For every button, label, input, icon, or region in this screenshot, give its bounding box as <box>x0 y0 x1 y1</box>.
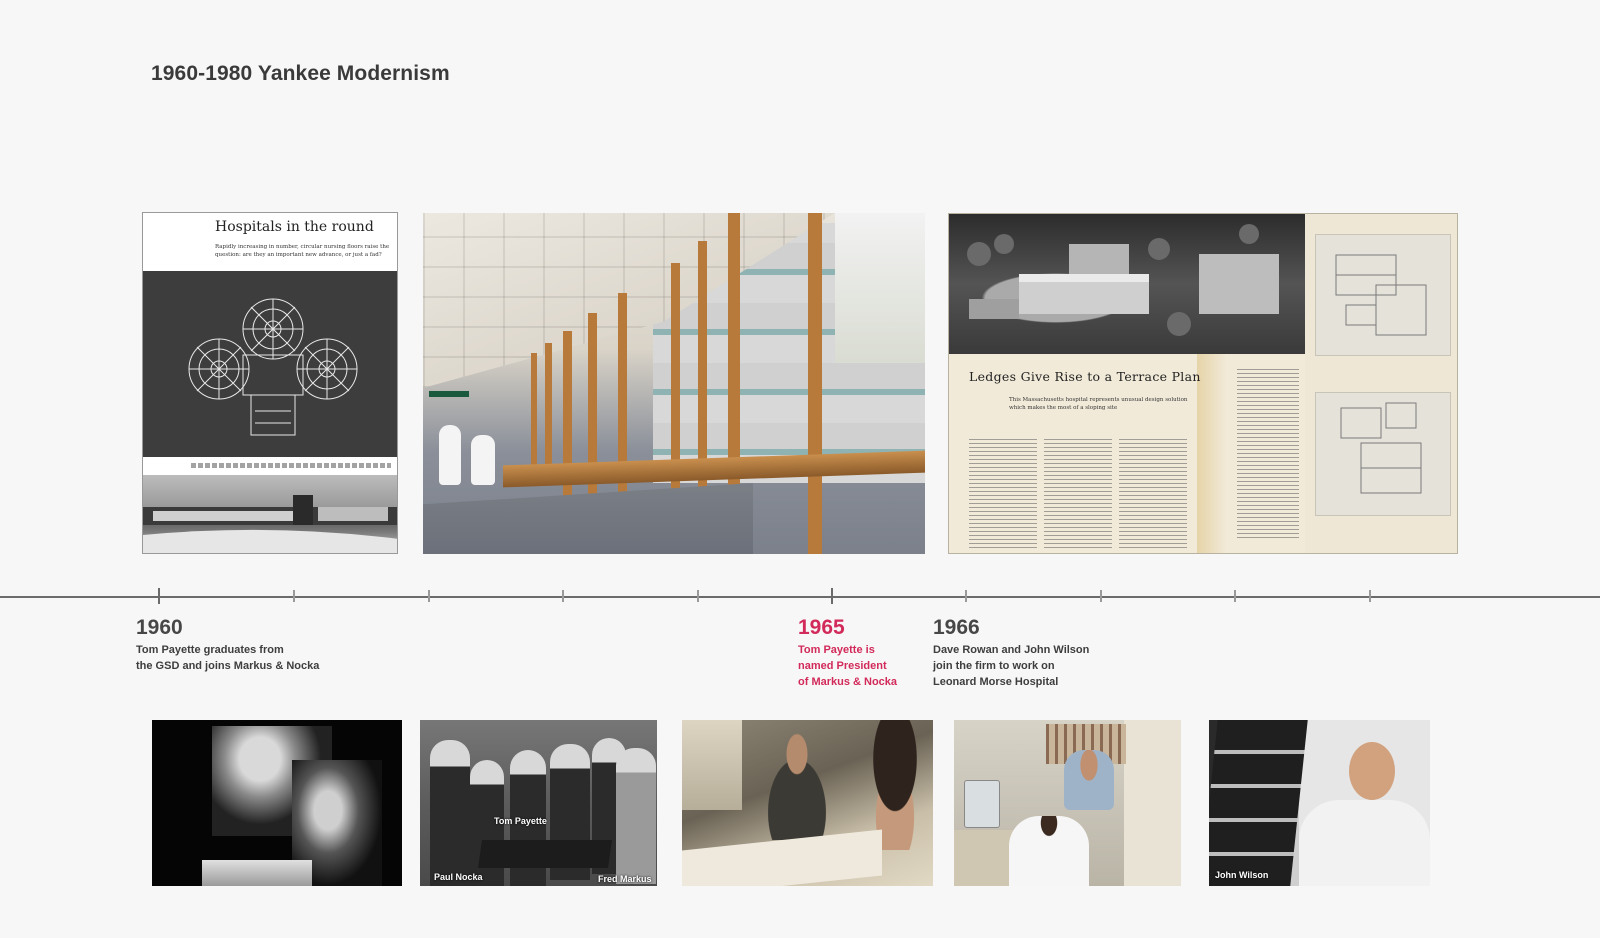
timeline-tick <box>1234 590 1236 602</box>
timeline-tick-major <box>158 588 160 604</box>
magazine-headline: Hospitals in the round <box>215 219 374 235</box>
page-gutter <box>1197 354 1227 553</box>
hospitals-in-the-round-magazine-image: Hospitals in the round Rapidly increasin… <box>142 212 398 554</box>
architectural-model-photo <box>949 214 1305 354</box>
floor-plan-icon <box>188 298 358 436</box>
person-head <box>1349 742 1395 800</box>
event-year: 1965 <box>798 616 845 639</box>
doctor-figure <box>439 425 461 485</box>
magazine-caption <box>191 463 391 468</box>
hospital-corridor-photo <box>423 213 925 554</box>
worker-figure <box>1064 750 1114 810</box>
timeline-axis <box>0 596 1600 598</box>
hospital-building-photo <box>143 475 397 553</box>
article-headline: Ledges Give Rise to a Terrace Plan <box>969 369 1201 384</box>
cabinet <box>1124 720 1181 886</box>
page-title: 1960-1980 Yankee Modernism <box>151 62 450 85</box>
table <box>478 840 612 868</box>
drafting-office-photo <box>954 720 1181 886</box>
event-description: Dave Rowan and John Wilson join the firm… <box>933 644 1090 688</box>
nurse-figure <box>471 435 495 485</box>
terrace-plan-magazine-spread: Ledges Give Rise to a Terrace Plan This … <box>948 213 1458 554</box>
person-figure <box>1299 800 1430 886</box>
timeline-tick <box>428 590 430 602</box>
office-meeting-photo <box>682 720 933 886</box>
magazine-subhead: Rapidly increasing in number, circular n… <box>215 244 390 258</box>
event-description: Tom Payette graduates from the GSD and j… <box>136 644 320 672</box>
photo-label-fred-markus: Fred Markus <box>598 874 652 884</box>
event-description: Tom Payette is named President of Markus… <box>798 644 898 688</box>
man-figure <box>752 730 842 840</box>
floor-plans-page <box>1305 214 1457 553</box>
worker-figure <box>1009 816 1089 886</box>
article-text-column <box>1237 369 1299 539</box>
window-mullion <box>545 343 552 483</box>
person-figure <box>430 740 470 886</box>
floor-plan-icon <box>1340 402 1422 494</box>
photo-label-john-wilson: John Wilson <box>1215 870 1269 880</box>
window <box>682 720 742 810</box>
person-figure <box>616 748 656 884</box>
floor-plan-icon <box>1335 254 1427 336</box>
article-text-column <box>1044 439 1112 549</box>
john-wilson-photo: John Wilson <box>1209 720 1430 886</box>
drawing-boards <box>1209 720 1308 886</box>
timeline-tick-major <box>831 588 833 604</box>
article-text-column <box>969 439 1037 549</box>
event-year: 1960 <box>136 616 183 639</box>
timeline-event-1966: 1966 Dave Rowan and John Wilson join the… <box>933 616 1089 690</box>
floor-plan-drawing <box>1315 234 1451 356</box>
building-model <box>202 860 312 886</box>
timeline-tick <box>562 590 564 602</box>
event-year: 1966 <box>933 616 980 639</box>
article-subhead: This Massachusetts hospital represents u… <box>1009 397 1188 411</box>
photo-label-paul-nocka: Paul Nocka <box>434 872 483 882</box>
timeline-event-1965: 1965 Tom Payette is named President of M… <box>798 616 897 690</box>
drafting-template <box>964 780 1000 828</box>
window-mullion <box>531 353 537 478</box>
firm-partners-group-photo: Tom Payette Paul Nocka Fred Markus <box>420 720 657 886</box>
article-text-column <box>1119 439 1187 549</box>
timeline-tick <box>697 590 699 602</box>
timeline-tick <box>1369 590 1371 602</box>
architects-with-model-photo <box>152 720 402 886</box>
timeline-tick <box>293 590 295 602</box>
circular-floor-plan-drawing <box>143 271 397 457</box>
sky-and-tree <box>835 213 925 363</box>
exit-sign <box>429 391 469 397</box>
floor-plan-drawing <box>1315 392 1451 516</box>
timeline-event-1960: 1960 Tom Payette graduates from the GSD … <box>136 616 319 674</box>
photo-label-tom-payette: Tom Payette <box>494 816 547 826</box>
timeline-tick <box>965 590 967 602</box>
window-mullion <box>808 213 822 554</box>
timeline-tick <box>1100 590 1102 602</box>
